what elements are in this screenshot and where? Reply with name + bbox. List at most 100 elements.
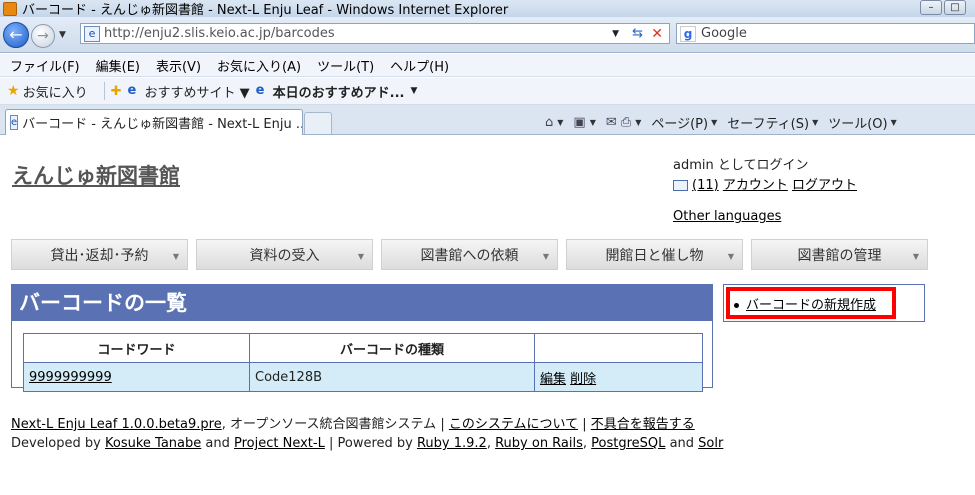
delete-link[interactable]: 削除 [570, 372, 596, 387]
page-title: バーコードの一覧 [12, 285, 712, 321]
tab-label: バーコード - えんじゅ新図書館 - Next-L Enju ... [22, 117, 303, 132]
maximize-button[interactable]: □ [944, 0, 966, 15]
solr-link[interactable]: Solr [698, 436, 723, 451]
menu-requests[interactable]: 図書館への依頼 ▼ [381, 239, 558, 270]
chevron-down-icon: ▼ [357, 252, 364, 261]
account-link[interactable]: アカウント [723, 178, 788, 193]
messages-link[interactable]: (11) [692, 178, 719, 193]
cell-actions: 編集 削除 [534, 362, 703, 392]
stop-icon[interactable]: ✕ [651, 26, 663, 42]
chevron-down-icon[interactable]: ▼ [590, 118, 596, 127]
menu-view[interactable]: 表示(V) [156, 56, 201, 75]
bullet-icon [734, 303, 739, 308]
column-header-actions [534, 333, 703, 363]
chevron-down-icon[interactable]: ▼ [557, 118, 563, 127]
menu-safety[interactable]: セーフティ(S) [727, 113, 809, 132]
refresh-icon[interactable]: ⇆ [632, 26, 643, 41]
menu-tools-cmd[interactable]: ツール(O) [828, 113, 887, 132]
chevron-down-icon[interactable]: ▼ [635, 118, 641, 127]
window-titlebar: バーコード - えんじゅ新図書館 - Next-L Enju Leaf - Wi… [0, 0, 975, 18]
search-input[interactable]: Google [701, 26, 747, 41]
fav-todays-addon[interactable]: 本日のおすすめアド... [273, 82, 405, 101]
edit-link[interactable]: 編集 [540, 372, 566, 387]
developed-by-text: Developed by [11, 436, 101, 451]
rss-icon[interactable]: ▣ [573, 115, 585, 130]
footer-separator: | [440, 417, 445, 432]
address-dropdown-icon[interactable]: ▼ [612, 29, 619, 39]
menu-circulation[interactable]: 貸出･返却･予約 ▼ [11, 239, 188, 270]
about-link[interactable]: このシステムについて [449, 417, 578, 432]
window-title: バーコード - えんじゅ新図書館 - Next-L Enju Leaf - Wi… [22, 3, 509, 18]
fav-suggested-sites[interactable]: おすすめサイト ▼ [144, 82, 249, 101]
table-row: 9999999999 Code128B 編集 削除 [23, 362, 703, 392]
site-title-link[interactable]: えんじゅ新図書館 [12, 160, 180, 190]
menu-label: 資料の受入 [249, 247, 320, 264]
product-link[interactable]: Next-L Enju Leaf 1.0.0.beta9.pre [11, 417, 222, 432]
favorites-star-icon[interactable]: ★ [7, 83, 20, 99]
google-icon: g [680, 25, 696, 42]
other-languages-link[interactable]: Other languages [673, 209, 781, 224]
logout-link[interactable]: ログアウト [792, 178, 857, 193]
favorites-button[interactable]: お気に入り [23, 82, 88, 101]
new-tab-button[interactable] [304, 112, 332, 134]
add-favorite-icon[interactable]: ✚ [111, 84, 122, 99]
cell-barcode-type: Code128B [249, 362, 535, 392]
menu-favorites[interactable]: お気に入り(A) [217, 56, 301, 75]
and-text: and [205, 436, 230, 451]
login-box: admin としてログイン (11) アカウント ログアウト [673, 156, 857, 196]
chevron-down-icon: ▼ [727, 252, 734, 261]
favorites-bar: ★ お気に入り ✚ e おすすめサイト ▼ e 本日のおすすめアド... ▼ [0, 78, 975, 105]
menu-edit[interactable]: 編集(E) [96, 56, 140, 75]
rails-link[interactable]: Ruby on Rails [495, 436, 583, 451]
report-bug-link[interactable]: 不具合を報告する [591, 417, 695, 432]
new-barcode-link[interactable]: バーコードの新規作成 [746, 298, 876, 313]
code-word-link[interactable]: 9999999999 [29, 370, 112, 385]
menu-acquisition[interactable]: 資料の受入 ▼ [196, 239, 373, 270]
command-bar: ⌂ ▼ ▣ ▼ ✉ ⎙ ▼ ページ(P) ▼ セーフティ(S) ▼ ツール(O)… [545, 113, 907, 132]
minimize-button[interactable]: – [920, 0, 942, 15]
column-header-code-word: コードワード [23, 333, 250, 363]
sidebar-panel: バーコードの新規作成 [723, 284, 925, 322]
chevron-down-icon[interactable]: ▼ [410, 86, 417, 96]
ie-app-icon [3, 1, 17, 16]
chevron-down-icon: ▼ [912, 252, 919, 261]
tab-active[interactable]: e バーコード - えんじゅ新図書館 - Next-L Enju ... [5, 109, 303, 135]
and-text: and [669, 436, 695, 451]
tab-bar: e バーコード - えんじゅ新図書館 - Next-L Enju ... ⌂ ▼… [0, 105, 975, 135]
footer: Next-L Enju Leaf 1.0.0.beta9.pre, オープンソー… [11, 417, 724, 451]
menu-help[interactable]: ヘルプ(H) [390, 56, 449, 75]
developer-link-nextl[interactable]: Project Next-L [234, 436, 325, 451]
ie-page-icon: e [127, 83, 137, 98]
menu-label: 開館日と催し物 [605, 247, 704, 264]
ruby-link[interactable]: Ruby 1.9.2 [417, 436, 487, 451]
address-url[interactable]: http://enju2.slis.keio.ac.jp/barcodes [104, 26, 335, 41]
menu-label: 図書館への依頼 [420, 247, 519, 264]
mail-icon[interactable] [673, 180, 688, 191]
chevron-down-icon: ▼ [542, 252, 549, 261]
mail-icon[interactable]: ✉ [606, 115, 617, 130]
menu-events[interactable]: 開館日と催し物 ▼ [566, 239, 743, 270]
menu-tools[interactable]: ツール(T) [317, 56, 374, 75]
home-icon[interactable]: ⌂ [545, 115, 553, 130]
chevron-down-icon[interactable]: ▼ [812, 118, 818, 127]
search-box[interactable]: g Google [676, 23, 975, 44]
postgresql-link[interactable]: PostgreSQL [591, 436, 665, 451]
developer-link-tanabe[interactable]: Kosuke Tanabe [105, 436, 201, 451]
chevron-down-icon: ▼ [172, 252, 179, 261]
history-dropdown-icon[interactable]: ▼ [59, 30, 66, 40]
print-icon[interactable]: ⎙ [621, 115, 631, 130]
menu-page[interactable]: ページ(P) [651, 113, 708, 132]
chevron-down-icon[interactable]: ▼ [711, 118, 717, 127]
chevron-down-icon[interactable]: ▼ [891, 118, 897, 127]
cell-code-word: 9999999999 [23, 362, 250, 392]
forward-button[interactable]: → [31, 24, 55, 48]
menu-file[interactable]: ファイル(F) [10, 56, 80, 75]
page-icon: e [84, 25, 100, 42]
menu-label: 貸出･返却･予約 [50, 247, 149, 264]
column-header-barcode-type: バーコードの種類 [249, 333, 535, 363]
address-bar[interactable]: e http://enju2.slis.keio.ac.jp/barcodes … [80, 23, 670, 44]
login-status: admin としてログイン [673, 158, 809, 173]
menu-admin[interactable]: 図書館の管理 ▼ [751, 239, 928, 270]
page-icon: e [10, 115, 19, 130]
back-button[interactable]: ← [3, 22, 29, 48]
